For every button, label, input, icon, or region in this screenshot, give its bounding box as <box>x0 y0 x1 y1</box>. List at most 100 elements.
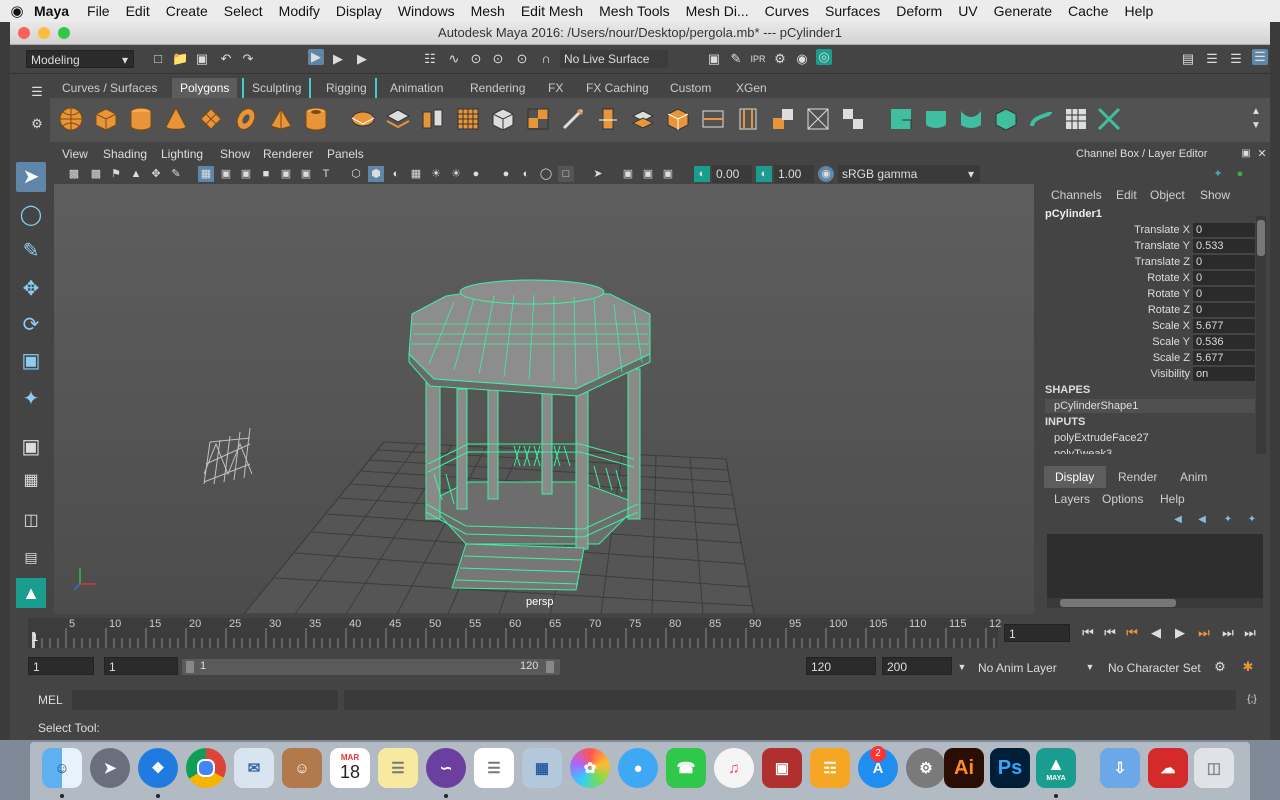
layer-tab-anim[interactable]: Anim <box>1180 470 1207 484</box>
preview-icon[interactable]: ▦ <box>522 748 562 788</box>
color-management-icon[interactable]: ◉ <box>818 166 834 182</box>
xray-icon[interactable]: □ <box>558 166 574 182</box>
current-frame-field[interactable]: 1 <box>1004 624 1070 642</box>
channel-label[interactable]: Translate Z <box>1078 256 1190 268</box>
field-chart-icon[interactable]: ▣ <box>278 166 294 182</box>
select-by-object-icon[interactable]: ▶ <box>330 51 346 67</box>
menu-file[interactable]: File <box>87 3 110 19</box>
view-transform-dropdown[interactable]: sRGB gamma ▾ <box>838 165 980 183</box>
wireframe-on-shaded-icon[interactable]: ◐ <box>388 166 404 182</box>
menu-surfaces[interactable]: Surfaces <box>825 3 880 19</box>
menu-curves[interactable]: Curves <box>765 3 809 19</box>
uv-planar-icon[interactable] <box>888 106 914 132</box>
uv-spherical-icon[interactable] <box>958 106 984 132</box>
downloads-folder-icon[interactable]: ⇩ <box>1100 748 1140 788</box>
shelf-settings-icon[interactable]: ⚙ <box>29 116 45 132</box>
channel-value[interactable]: 5.677 <box>1193 319 1255 333</box>
four-pane-layout-icon[interactable]: ▦ <box>16 466 46 496</box>
channel-value[interactable]: 0 <box>1193 223 1255 237</box>
tab-rigging[interactable]: Rigging <box>318 78 377 98</box>
tab-fx-caching[interactable]: FX Caching <box>578 78 657 98</box>
menuset-dropdown[interactable]: Modeling ▾ <box>26 50 134 68</box>
tab-fx[interactable]: FX <box>540 78 571 98</box>
cb-menu-channels[interactable]: Channels <box>1051 188 1102 202</box>
mail-icon[interactable]: ✉ <box>234 748 274 788</box>
apple-menu-icon[interactable]: ◉ <box>0 2 34 20</box>
move-tool-icon[interactable]: ✥ <box>16 274 46 304</box>
channel-value[interactable]: 0 <box>1193 271 1255 285</box>
channel-label[interactable]: Scale X <box>1078 320 1190 332</box>
tab-animation[interactable]: Animation <box>382 78 451 98</box>
bridge-icon[interactable] <box>630 106 656 132</box>
depth-of-field-icon[interactable]: ◯ <box>538 166 554 182</box>
illustrator-icon[interactable]: Ai <box>944 748 984 788</box>
chevron-down-icon[interactable]: ▼ <box>1082 659 1098 675</box>
side-by-side-layout-icon[interactable]: ◫ <box>16 506 46 536</box>
mirror-icon[interactable] <box>525 106 551 132</box>
input-node[interactable]: polyExtrudeFace27 <box>1054 432 1149 444</box>
bevel-icon[interactable] <box>665 106 691 132</box>
itunes-icon[interactable]: ♫ <box>714 748 754 788</box>
poly-cube-icon[interactable] <box>93 106 119 132</box>
anim-layer-selector[interactable]: No Anim Layer <box>978 661 1057 675</box>
channel-label[interactable]: Rotate X <box>1078 272 1190 284</box>
outliner-layout-icon[interactable]: ▤ <box>16 542 46 572</box>
layer-hscroll-thumb[interactable] <box>1060 599 1176 607</box>
move-layer-up-icon[interactable]: ◀ <box>1170 512 1186 528</box>
perspective-viewport[interactable]: persp <box>54 184 1034 614</box>
channel-label[interactable]: Translate X <box>1078 224 1190 236</box>
menu-mesh-display[interactable]: Mesh Di... <box>686 3 749 19</box>
layer-tab-render[interactable]: Render <box>1118 470 1157 484</box>
fill-hole-icon[interactable] <box>840 106 866 132</box>
gate-mask-icon[interactable]: ■ <box>258 166 274 182</box>
channel-label[interactable]: Visibility <box>1078 368 1190 380</box>
range-slider-start-handle[interactable] <box>186 661 194 673</box>
layer-menu-help[interactable]: Help <box>1160 492 1185 506</box>
smooth-shade-icon[interactable]: ⬢ <box>368 166 384 182</box>
float-panel-icon[interactable]: ▣ <box>1238 146 1254 162</box>
play-backward-icon[interactable]: ◀ <box>1148 625 1164 641</box>
backface-icon[interactable]: ▣ <box>660 166 676 182</box>
minimize-window-button[interactable] <box>38 27 50 39</box>
image-plane-icon[interactable]: ▲ <box>128 166 144 182</box>
save-scene-icon[interactable]: ▣ <box>194 51 210 67</box>
new-layer-selected-icon[interactable]: ✦ <box>1244 512 1260 528</box>
lights-icon[interactable]: ☀ <box>428 166 444 182</box>
snap-point-icon[interactable]: ⊙ <box>468 51 484 67</box>
chrome-icon[interactable] <box>186 748 226 788</box>
reminders-icon[interactable]: ☰ <box>474 748 514 788</box>
select-by-hierarchy-icon[interactable]: ▶ <box>308 49 324 65</box>
cb-menu-edit[interactable]: Edit <box>1116 188 1137 202</box>
textured-icon[interactable]: ▦ <box>408 166 424 182</box>
channel-value[interactable]: 0.536 <box>1193 335 1255 349</box>
menu-select[interactable]: Select <box>224 3 263 19</box>
tool-settings-icon[interactable]: ☰ <box>1228 51 1244 67</box>
open-scene-icon[interactable]: 📁 <box>172 51 188 67</box>
uv-automatic-icon[interactable] <box>993 106 1019 132</box>
script-editor-icon[interactable]: {;} <box>1244 692 1260 708</box>
offset-edge-loop-icon[interactable] <box>735 106 761 132</box>
film-gate-icon[interactable]: ▣ <box>218 166 234 182</box>
tab-custom[interactable]: Custom <box>662 78 719 98</box>
workspace-icon[interactable]: ▤ <box>1180 51 1196 67</box>
launchpad-icon[interactable]: ➤ <box>90 748 130 788</box>
safe-action-icon[interactable]: ▣ <box>298 166 314 182</box>
menu-generate[interactable]: Generate <box>994 3 1052 19</box>
media-app-icon[interactable]: ∽ <box>426 748 466 788</box>
menu-modify[interactable]: Modify <box>279 3 320 19</box>
target-icon[interactable]: ◎ <box>816 49 832 65</box>
attribute-editor-icon[interactable]: ☰ <box>1204 51 1220 67</box>
poly-pipe-icon[interactable] <box>303 106 329 132</box>
layer-menu-options[interactable]: Options <box>1102 492 1143 506</box>
scale-tool-icon[interactable]: ▣ <box>16 346 46 376</box>
channel-label[interactable]: Rotate Z <box>1078 304 1190 316</box>
snap-live-icon[interactable]: ⊙ <box>514 51 530 67</box>
finder-icon[interactable]: ☺ <box>42 748 82 788</box>
channel-value[interactable]: 0 <box>1193 255 1255 269</box>
snap-view-plane-icon[interactable]: ⊙ <box>490 51 506 67</box>
step-back-key-icon[interactable]: ⏮ <box>1124 625 1140 641</box>
shelf-menu-icon[interactable]: ☰ <box>29 84 45 100</box>
menu-cache[interactable]: Cache <box>1068 3 1108 19</box>
select-camera-icon[interactable]: ▩ <box>66 166 82 182</box>
range-slider-end-handle[interactable] <box>546 661 554 673</box>
